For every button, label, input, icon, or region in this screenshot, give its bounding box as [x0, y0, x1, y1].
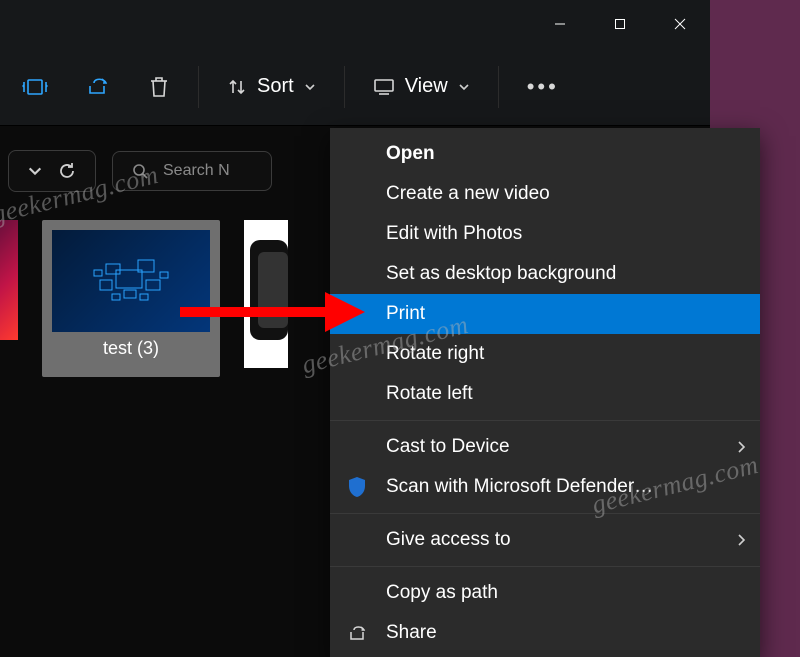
shield-icon [346, 476, 368, 498]
rotate-button[interactable] [12, 68, 58, 106]
thumb-image [244, 220, 288, 368]
menu-item-rotate-right[interactable]: Rotate right [330, 334, 760, 374]
ellipsis-icon: ••• [527, 74, 559, 100]
view-label: View [405, 75, 448, 98]
menu-divider [330, 513, 760, 514]
context-menu: Open Create a new video Edit with Photos… [330, 128, 760, 657]
chevron-right-icon [736, 440, 746, 454]
menu-item-print[interactable]: Print [330, 294, 760, 334]
delete-button[interactable] [138, 67, 180, 107]
thumbnail-selected[interactable]: test (3) [42, 220, 220, 377]
view-icon [373, 78, 395, 96]
close-button[interactable] [650, 0, 710, 48]
chevron-down-icon [304, 81, 316, 93]
share-icon [86, 75, 110, 99]
share-icon [346, 622, 368, 644]
menu-item-give-access[interactable]: Give access to [330, 520, 760, 560]
thumb-image [0, 220, 18, 340]
minimize-button[interactable] [530, 0, 590, 48]
sort-label: Sort [257, 75, 294, 98]
frame: Sort View ••• [0, 0, 800, 657]
filter-dropdown[interactable] [8, 150, 96, 192]
menu-item-set-background[interactable]: Set as desktop background [330, 254, 760, 294]
menu-item-rotate-left[interactable]: Rotate left [330, 374, 760, 414]
more-button[interactable]: ••• [517, 66, 569, 108]
chevron-right-icon [736, 533, 746, 547]
toolbar: Sort View ••• [0, 48, 710, 126]
search-input[interactable]: Search N [112, 151, 272, 191]
search-placeholder: Search N [163, 162, 230, 180]
menu-item-create-video[interactable]: Create a new video [330, 174, 760, 214]
thumb-image [52, 230, 210, 332]
chevron-down-icon [458, 81, 470, 93]
menu-divider [330, 566, 760, 567]
thumbnail-partial-left[interactable] [0, 220, 18, 377]
menu-divider [330, 420, 760, 421]
search-icon [131, 162, 149, 180]
menu-item-copy-path[interactable]: Copy as path [330, 573, 760, 613]
menu-item-scan-defender[interactable]: Scan with Microsoft Defender… [330, 467, 760, 507]
sort-icon [227, 77, 247, 97]
menu-item-cast[interactable]: Cast to Device [330, 427, 760, 467]
toolbar-separator [498, 66, 499, 108]
share-button[interactable] [76, 67, 120, 107]
sort-button[interactable]: Sort [217, 67, 326, 106]
toolbar-separator [344, 66, 345, 108]
view-button[interactable]: View [363, 67, 480, 106]
rotate-icon [22, 76, 48, 98]
toolbar-separator [198, 66, 199, 108]
menu-item-open[interactable]: Open [330, 134, 760, 174]
chevron-down-icon [27, 163, 43, 179]
trash-icon [148, 75, 170, 99]
titlebar [0, 0, 710, 48]
refresh-icon [57, 161, 77, 181]
thumbnail-partial-right[interactable] [244, 220, 288, 377]
menu-item-share[interactable]: Share [330, 613, 760, 653]
thumbnail-label: test (3) [52, 332, 210, 367]
menu-item-edit-photos[interactable]: Edit with Photos [330, 214, 760, 254]
maximize-button[interactable] [590, 0, 650, 48]
